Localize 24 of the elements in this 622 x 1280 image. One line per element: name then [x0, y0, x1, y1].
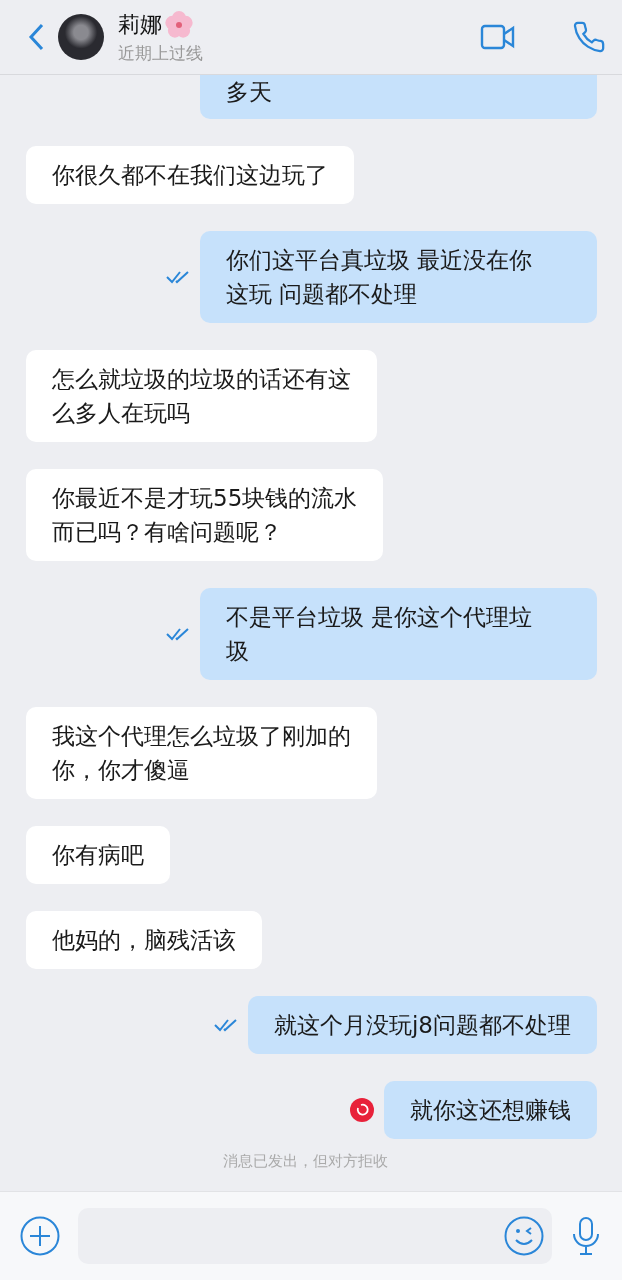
avatar[interactable] [58, 14, 104, 60]
message-bubble: 怎么就垃圾的垃圾的话还有这 么多人在玩吗 [26, 350, 377, 442]
message-bubble: 你有病吧 [26, 826, 170, 884]
failed-icon[interactable] [350, 1098, 374, 1122]
message-bubble: 不是平台垃圾 是你这个代理垃 圾 [200, 588, 597, 680]
contact-name: 莉娜 [118, 10, 162, 39]
back-icon[interactable] [28, 23, 44, 51]
message-bubble: 就你这还想赚钱 [384, 1081, 597, 1139]
video-call-icon[interactable] [480, 24, 516, 50]
microphone-icon[interactable] [570, 1216, 602, 1256]
message-bubble: 你最近不是才玩55块钱的流水 而已吗？有啥问题呢？ [26, 469, 384, 561]
emoji-icon[interactable] [504, 1216, 544, 1256]
message-bubble: 你们这平台真垃圾 最近没在你 这玩 问题都不处理 [200, 231, 597, 323]
message-bubble: 你很久都不在我们这边玩了 [26, 146, 354, 204]
contact-status: 近期上过线 [118, 41, 204, 65]
message-input[interactable] [78, 1208, 552, 1264]
message-bubble: 多天 [200, 75, 597, 119]
message-bubble: 就这个月没玩j8问题都不处理 [247, 996, 597, 1054]
message-bubble: 我这个代理怎么垃圾了刚加的 你，你才傻逼 [26, 707, 377, 799]
add-icon[interactable] [20, 1216, 60, 1256]
message-bubble: 他妈的，脑残活该 [26, 911, 262, 969]
phone-icon[interactable] [572, 20, 606, 54]
rejection-notice: 消息已发出，但对方拒收 [223, 1152, 388, 1170]
flower-icon [164, 9, 194, 40]
